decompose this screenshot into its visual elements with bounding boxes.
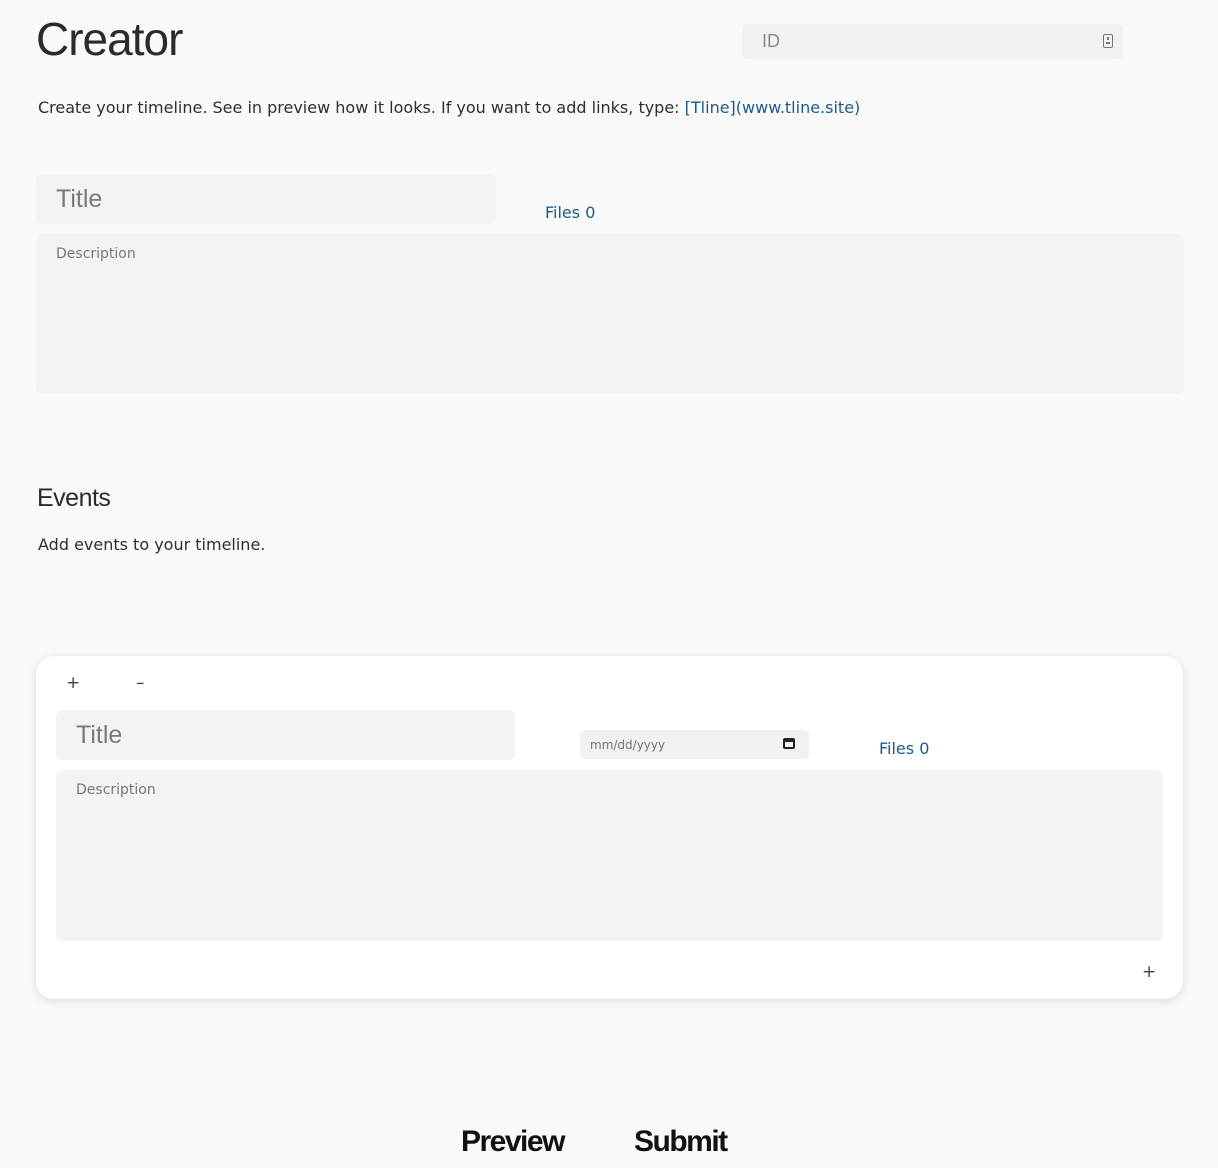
id-field[interactable] xyxy=(742,24,1123,59)
event-date-field[interactable] xyxy=(580,730,809,759)
timeline-title-input[interactable] xyxy=(36,174,495,224)
event-files-button[interactable]: Files 0 xyxy=(879,739,929,758)
events-subtitle: Add events to your timeline. xyxy=(38,535,266,554)
add-event-below-button[interactable]: + xyxy=(1142,964,1156,981)
calendar-icon[interactable] xyxy=(783,738,795,749)
remove-event-button[interactable]: – xyxy=(136,675,145,692)
event-date-input[interactable] xyxy=(580,730,809,759)
timeline-files-button[interactable]: Files 0 xyxy=(545,203,595,222)
intro-instructions: Create your timeline. See in preview how… xyxy=(38,98,685,117)
events-heading: Events xyxy=(37,484,111,512)
intro-text: Create your timeline. See in preview how… xyxy=(38,98,860,117)
event-title-input[interactable] xyxy=(56,710,515,760)
contact-card-icon[interactable] xyxy=(1103,34,1113,48)
add-event-above-button[interactable]: + xyxy=(66,675,80,692)
page-title: Creator xyxy=(36,13,183,65)
intro-link-example: [Tline](www.tline.site) xyxy=(684,98,861,117)
event-card: + – Files 0 + xyxy=(36,656,1183,999)
preview-button[interactable]: Preview xyxy=(461,1124,565,1160)
timeline-description-input[interactable] xyxy=(36,234,1183,394)
event-description-input[interactable] xyxy=(56,770,1163,941)
submit-button[interactable]: Submit xyxy=(634,1124,728,1160)
id-input[interactable] xyxy=(742,24,1123,59)
creator-page: Creator Create your timeline. See in pre… xyxy=(0,0,1218,1168)
